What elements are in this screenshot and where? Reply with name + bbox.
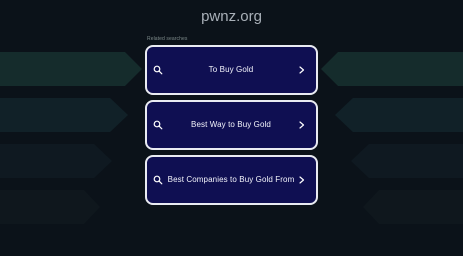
result-label: Best Companies to Buy Gold From	[167, 175, 295, 184]
search-icon	[152, 174, 164, 186]
background-decoration	[0, 144, 112, 178]
related-search-result[interactable]: Best Way to Buy Gold	[145, 100, 318, 150]
result-label: Best Way to Buy Gold	[191, 120, 271, 129]
background-decoration	[363, 190, 463, 224]
background-decoration	[0, 52, 142, 86]
chevron-right-icon	[298, 121, 306, 129]
background-decoration	[321, 52, 463, 86]
chevron-right-icon	[298, 176, 306, 184]
background-decoration	[351, 144, 463, 178]
background-decoration	[0, 98, 128, 132]
related-search-result[interactable]: Best Companies to Buy Gold From	[145, 155, 318, 205]
related-searches-label: Related searches	[147, 36, 188, 42]
background-decoration	[0, 190, 100, 224]
chevron-right-icon	[298, 66, 306, 74]
related-search-result[interactable]: To Buy Gold	[145, 45, 318, 95]
result-label: To Buy Gold	[208, 65, 254, 74]
background-decoration	[335, 98, 463, 132]
search-icon	[152, 119, 164, 131]
related-search-list: To Buy Gold Best Way to Buy Gold Best Co…	[145, 45, 318, 210]
search-icon	[152, 64, 164, 76]
site-title: pwnz.org	[201, 8, 262, 25]
